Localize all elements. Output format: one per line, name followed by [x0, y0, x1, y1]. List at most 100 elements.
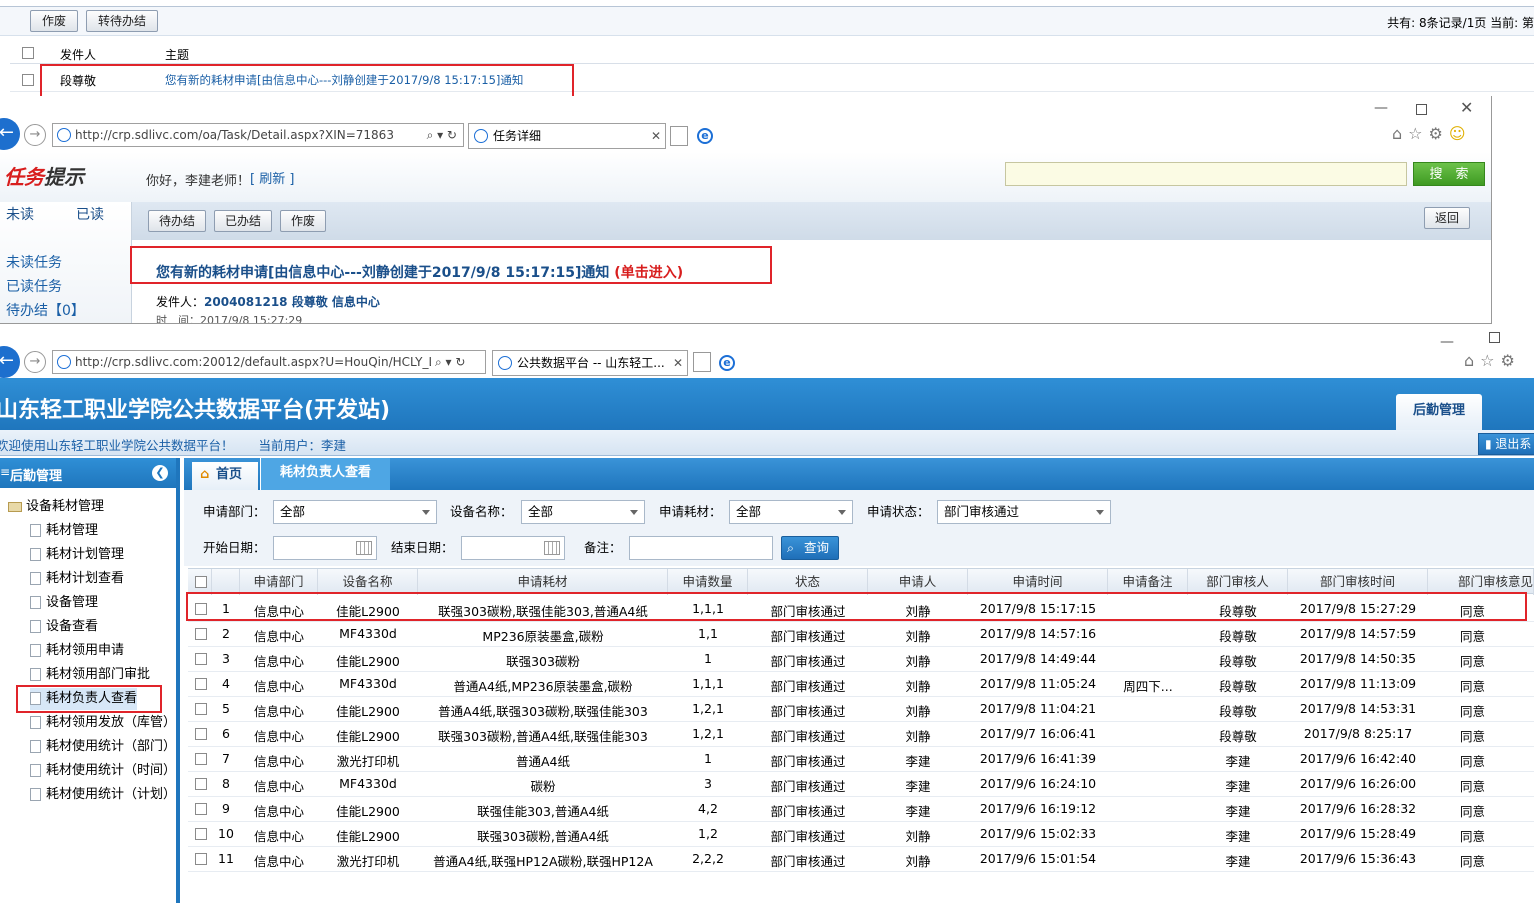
browser-tools-icons[interactable]: ⌂☆⚙☺	[1392, 124, 1472, 143]
row-checkbox[interactable]	[195, 753, 207, 765]
browser-tab[interactable]: 任务详细 ✕	[468, 123, 666, 149]
browser-tab-3[interactable]: 公共数据平台 -- 山东轻工... ✕	[492, 350, 688, 376]
end-date-input[interactable]	[461, 536, 565, 560]
table-row[interactable]: 11 信息中心 激光打印机 普通A4纸,联强HP12A碳粉,联强HP12A 2,2,2 部…	[188, 847, 1534, 872]
row-checkbox[interactable]	[195, 728, 207, 740]
new-tab-icon-3[interactable]	[693, 352, 711, 372]
void-button-2[interactable]: 作废	[280, 210, 326, 232]
move-to-done-button[interactable]: 转待办结	[86, 10, 158, 32]
logout-button[interactable]: ▮ 退出系	[1478, 433, 1534, 455]
tree-item-stats-dept[interactable]: 耗材使用统计（部门）	[30, 736, 176, 758]
ie-logo-icon-3: e	[719, 355, 735, 371]
dept-select[interactable]: 全部	[273, 500, 437, 524]
minimize-icon[interactable]: —	[1374, 100, 1388, 116]
side-link-unread-tasks[interactable]: 未读任务	[6, 252, 62, 272]
collapse-icon[interactable]: ❮	[152, 465, 168, 481]
table-row[interactable]: 8 信息中心 MF4330d 碳粉 3 部门审核通过 李建 2017/9/6 16:24:10…	[188, 772, 1534, 797]
calendar-icon[interactable]	[544, 541, 560, 555]
new-tab-icon[interactable]	[670, 126, 688, 146]
done-button[interactable]: 已办结	[214, 210, 272, 232]
browser-chrome-3: — ← → http://crp.sdlivc.com:20012/defaul…	[0, 324, 1534, 378]
tree-item-apply[interactable]: 耗材领用申请	[30, 640, 124, 662]
browser-tools-icons-3[interactable]: ⌂☆⚙	[1464, 351, 1521, 370]
row-checkbox[interactable]	[195, 628, 207, 640]
address-bar[interactable]: http://crp.sdlivc.com/oa/Task/Detail.asp…	[52, 123, 464, 147]
table-row[interactable]: 9 信息中心 佳能L2900 联强佳能303,普通A4纸 4,2 部门审核通过 李建 2017…	[188, 797, 1534, 822]
minimize-icon-3[interactable]: —	[1440, 334, 1454, 350]
search-input[interactable]	[1005, 162, 1407, 186]
search-refresh-icon-3[interactable]: ⌕ ▾ ↻	[431, 351, 485, 373]
cell-status: 部门审核通过	[770, 804, 846, 819]
tree-item-dept-approve[interactable]: 耗材领用部门审批	[30, 664, 150, 686]
table-row[interactable]: 5 信息中心 佳能L2900 普通A4纸,联强303碳粉,联强佳能303 1,2,1 部门…	[188, 697, 1534, 722]
back-button[interactable]: 返回	[1424, 207, 1470, 229]
tree-item-stats-time[interactable]: 耗材使用统计（时间）	[30, 760, 176, 782]
tree-item-plan-mgmt[interactable]: 耗材计划管理	[30, 544, 124, 566]
tab-owner-view[interactable]: 耗材负责人查看	[260, 458, 390, 490]
search-refresh-icon[interactable]: ⌕ ▾ ↻	[427, 124, 457, 146]
table-row[interactable]: 10 信息中心 佳能L2900 联强303碳粉,普通A4纸 1,2 部门审核通过 刘静 201…	[188, 822, 1534, 847]
table-row[interactable]: 4 信息中心 MF4330d 普通A4纸,MP236原装墨盒,碳粉 1,1,1 部门审核通…	[188, 672, 1534, 697]
table-row[interactable]: 7 信息中心 激光打印机 普通A4纸 1 部门审核通过 李建 2017/9/6 16:41:3…	[188, 747, 1534, 772]
refresh-link[interactable]: [ 刷新 ]	[250, 168, 294, 187]
row-checkbox[interactable]	[195, 678, 207, 690]
tab-read[interactable]: 已读	[66, 202, 132, 228]
row-checkbox[interactable]	[195, 703, 207, 715]
row-checkbox[interactable]	[195, 778, 207, 790]
cell-dept: 信息中心	[253, 654, 304, 669]
ie-logo-icon: e	[697, 128, 713, 144]
tree-item-device-view[interactable]: 设备查看	[30, 616, 98, 638]
row-checkbox[interactable]	[195, 828, 207, 840]
remark-input[interactable]	[629, 536, 773, 560]
tree-item-device-mgmt[interactable]: 设备管理	[30, 592, 98, 614]
material-select[interactable]: 全部	[729, 500, 853, 524]
cell-status: 部门审核通过	[770, 854, 846, 869]
pending-button[interactable]: 待办结	[148, 210, 206, 232]
select-all-rows-checkbox[interactable]	[195, 576, 207, 588]
top-tab-logistics[interactable]: 后勤管理	[1396, 394, 1482, 430]
tab-unread[interactable]: 未读	[0, 202, 66, 228]
maximize-icon[interactable]	[1416, 104, 1427, 115]
close-icon[interactable]: ✕	[1460, 98, 1473, 117]
side-link-pending[interactable]: 待办结【0】	[6, 300, 85, 320]
task-toolbar: 待办结 已办结 作废 返回	[132, 202, 1491, 240]
cell-reviewer: 段尊敬	[1219, 679, 1257, 694]
tree-item-stats-plan[interactable]: 耗材使用统计（计划）	[30, 784, 176, 806]
content-tabs: ⌂ 首页 耗材负责人查看	[184, 458, 1534, 490]
cell-review-time: 2017/9/8 14:50:35	[1299, 651, 1417, 666]
tree-item-distribute[interactable]: 耗材领用发放（库管）	[30, 712, 176, 734]
table-row[interactable]: 6 信息中心 佳能L2900 联强303碳粉,普通A4纸,联强佳能303 1,2,1 部门…	[188, 722, 1534, 747]
tab-close-icon[interactable]: ✕	[651, 124, 661, 148]
cell-review-time: 2017/9/8 11:13:09	[1299, 676, 1417, 691]
tab-home[interactable]: ⌂ 首页	[192, 462, 258, 490]
calendar-icon[interactable]	[356, 541, 372, 555]
row-checkbox[interactable]	[22, 74, 34, 86]
cell-opinion: 同意	[1460, 729, 1486, 744]
tab-close-icon-3[interactable]: ✕	[672, 351, 683, 375]
device-select[interactable]: 全部	[521, 500, 645, 524]
forward-arrow-icon[interactable]: →	[24, 124, 46, 146]
select-all-checkbox[interactable]	[22, 47, 34, 59]
query-button[interactable]: ⌕ 查询	[781, 536, 839, 560]
side-link-read-tasks[interactable]: 已读任务	[6, 276, 62, 296]
status-select[interactable]: 部门审核通过	[937, 500, 1111, 524]
row-checkbox[interactable]	[195, 803, 207, 815]
forward-arrow-icon-3[interactable]: →	[24, 351, 46, 373]
row-checkbox[interactable]	[195, 853, 207, 865]
back-arrow-icon[interactable]: ←	[0, 118, 20, 150]
void-button[interactable]: 作废	[30, 10, 78, 32]
start-date-label: 开始日期：	[203, 540, 266, 555]
table-row[interactable]: 3 信息中心 佳能L2900 联强303碳粉 1 部门审核通过 刘静 2017/9/8 14:…	[188, 647, 1534, 672]
address-bar-3[interactable]: http://crp.sdlivc.com:20012/default.aspx…	[52, 350, 486, 374]
search-button[interactable]: 搜 索	[1413, 162, 1485, 186]
message-list-window: 作废 转待办结 共有: 8条记录/1页 当前: 第 发件人 主题 段尊敬 您有新…	[0, 0, 1534, 98]
tree-root[interactable]: 设备耗材管理	[8, 496, 104, 518]
tree-item-plan-view[interactable]: 耗材计划查看	[30, 568, 124, 590]
maximize-icon-3[interactable]	[1489, 332, 1500, 343]
cell-material: 联强303碳粉,普通A4纸,联强佳能303	[438, 729, 648, 744]
back-arrow-icon-3[interactable]: ←	[0, 346, 20, 378]
row-checkbox[interactable]	[195, 653, 207, 665]
start-date-input[interactable]	[273, 536, 377, 560]
table-row[interactable]: 2 信息中心 MF4330d MP236原装墨盒,碳粉 1,1 部门审核通过 刘静 2017/…	[188, 622, 1534, 647]
tree-item-material-mgmt[interactable]: 耗材管理	[30, 520, 98, 542]
